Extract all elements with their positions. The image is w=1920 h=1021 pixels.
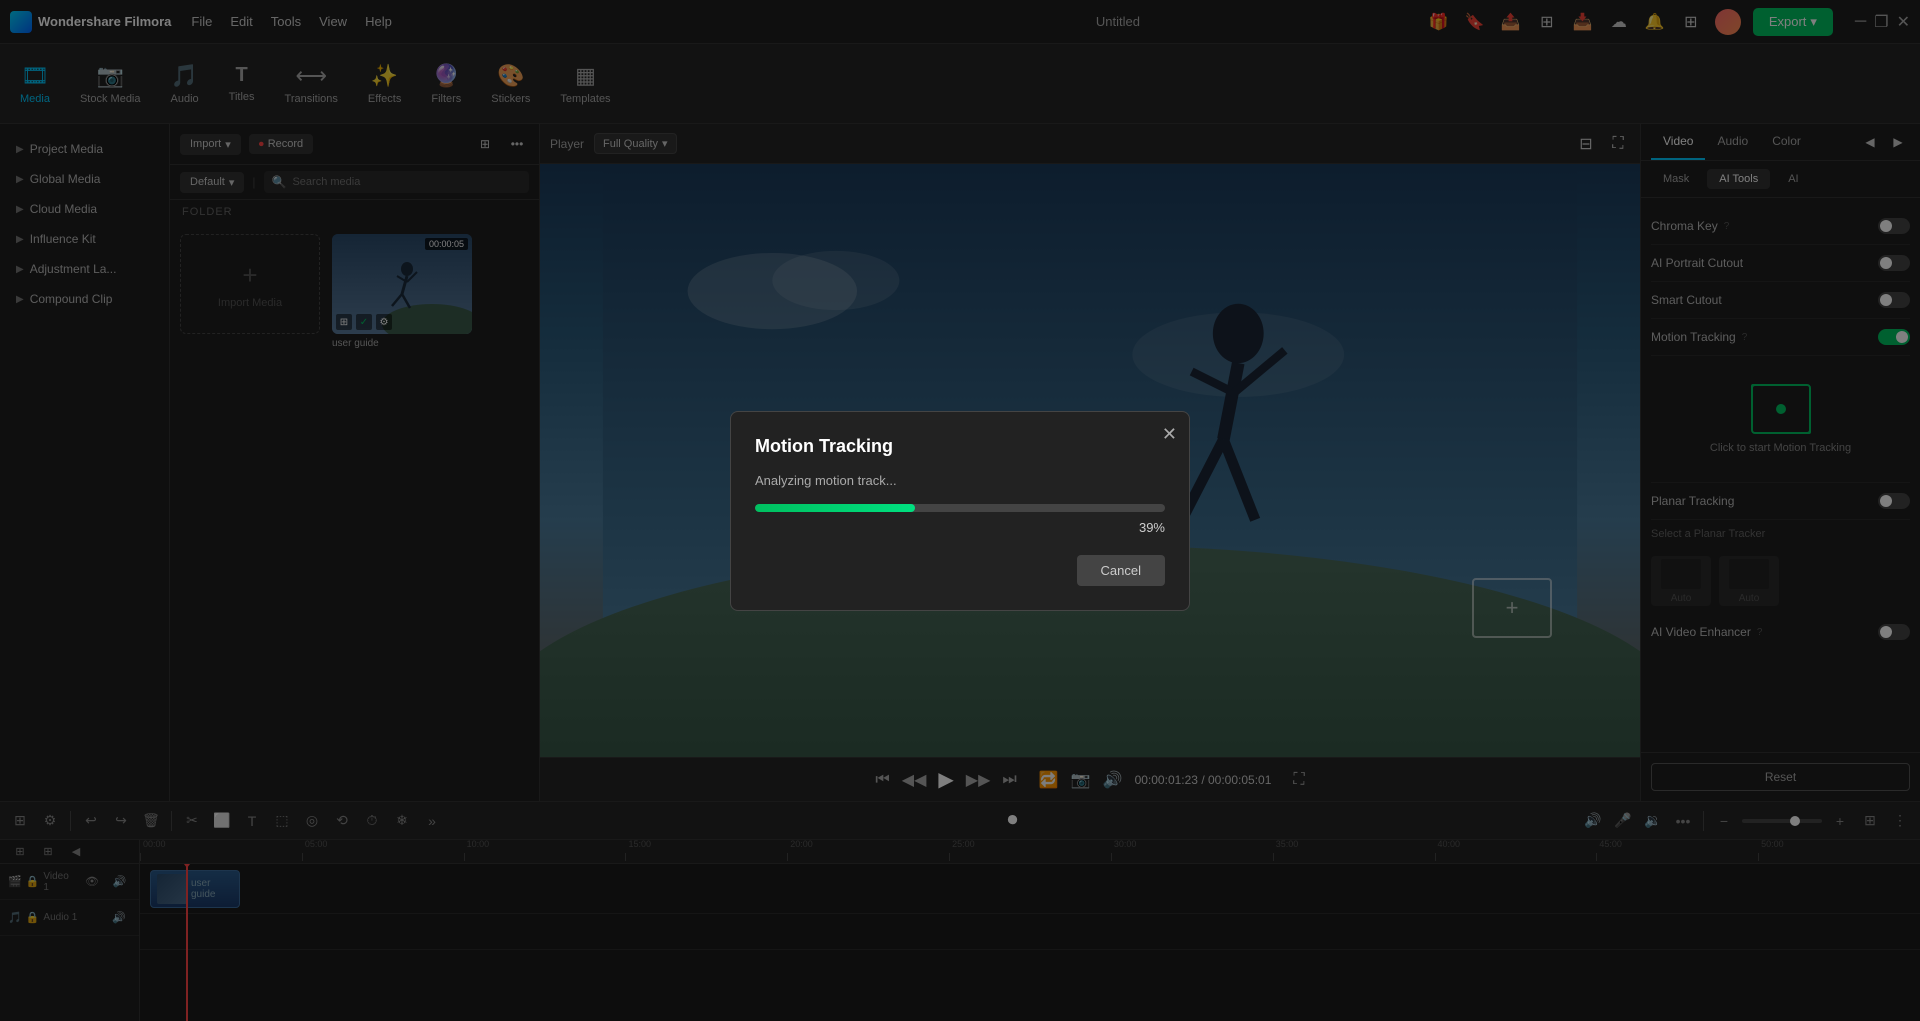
modal-title: Motion Tracking	[755, 436, 1165, 457]
modal-close-button[interactable]: ✕	[1162, 424, 1177, 445]
motion-tracking-modal: ✕ Motion Tracking Analyzing motion track…	[730, 411, 1190, 611]
cancel-button[interactable]: Cancel	[1077, 555, 1165, 586]
modal-actions: Cancel	[755, 555, 1165, 586]
progress-bar-outer	[755, 504, 1165, 512]
progress-label: 39%	[755, 520, 1165, 535]
modal-overlay: ✕ Motion Tracking Analyzing motion track…	[0, 0, 1920, 1021]
modal-subtitle: Analyzing motion track...	[755, 473, 1165, 488]
progress-bar-inner	[755, 504, 915, 512]
